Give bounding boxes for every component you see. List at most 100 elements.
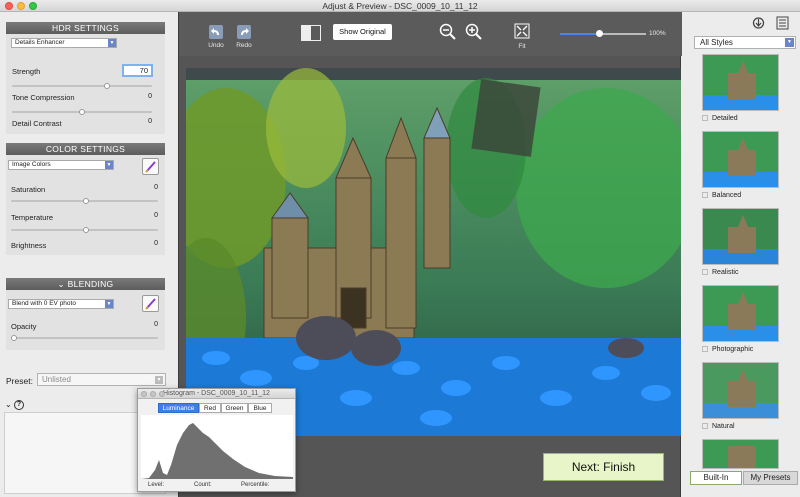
checkbox[interactable]: [702, 192, 708, 199]
save-preset-icon[interactable]: [752, 16, 765, 30]
style-thumb-balanced[interactable]: [702, 131, 779, 188]
tab-my-presets[interactable]: My Presets: [743, 471, 798, 485]
zoom-slider-fill: [560, 33, 599, 35]
histogram-zoom-button[interactable]: [159, 391, 165, 397]
strength-label: Strength: [12, 67, 41, 76]
strength-input[interactable]: 70: [122, 64, 153, 77]
style-thumb-realistic[interactable]: [702, 208, 779, 265]
window-title: Adjust & Preview - DSC_0009_10_11_12: [322, 1, 478, 11]
title-bar: Adjust & Preview - DSC_0009_10_11_12: [0, 0, 800, 12]
hdr-method-dropdown[interactable]: Details Enhancer ▼: [11, 38, 117, 48]
show-original-button[interactable]: Show Original: [333, 24, 392, 40]
temperature-thumb[interactable]: [83, 227, 89, 233]
style-label: Balanced: [712, 192, 742, 199]
tab-built-in[interactable]: Built-In: [690, 471, 742, 485]
chevron-down-icon: ▼: [108, 39, 116, 47]
undo-icon: [211, 28, 219, 35]
checkbox[interactable]: [702, 115, 708, 122]
checkbox[interactable]: [702, 346, 708, 353]
style-item-photographic[interactable]: Photographic: [702, 346, 782, 353]
redo-icon: [241, 28, 249, 35]
histogram-plot: [141, 415, 293, 479]
style-thumb-next[interactable]: [702, 439, 779, 469]
saturation-thumb[interactable]: [83, 198, 89, 204]
zoom-slider-thumb[interactable]: [595, 30, 603, 37]
style-preview-image: [703, 132, 778, 187]
saturation-label: Saturation: [11, 185, 46, 194]
chevron-down-icon: ⌄: [57, 279, 68, 289]
checkbox[interactable]: [702, 269, 708, 276]
preset-value: Unlisted: [42, 375, 71, 384]
fit-icon[interactable]: [514, 23, 530, 39]
tab-green[interactable]: Green: [221, 403, 248, 413]
style-thumb-photographic[interactable]: [702, 285, 779, 342]
histogram-title-bar[interactable]: Histogram - DSC_0009_10_11_12: [138, 389, 295, 399]
blending-title: BLENDING: [67, 279, 114, 289]
tone-compression-value: 0: [148, 93, 152, 100]
color-settings-header[interactable]: COLOR SETTINGS: [6, 143, 165, 155]
percentile-label: Percentile:: [241, 482, 270, 488]
help-icon[interactable]: ?: [14, 400, 24, 410]
tab-red[interactable]: Red: [199, 403, 221, 413]
preset-tabs: Built-In My Presets: [690, 471, 798, 485]
blending-body: Blend with 0 EV photo ▼ Opacity 0: [6, 290, 165, 350]
strength-slider-thumb[interactable]: [104, 83, 110, 89]
zoom-slider[interactable]: [560, 30, 646, 37]
detail-contrast-value: 0: [148, 118, 152, 125]
style-label: Natural: [712, 423, 735, 430]
tone-compression-thumb[interactable]: [79, 109, 85, 115]
style-item-realistic[interactable]: Realistic: [702, 269, 782, 276]
blending-header[interactable]: ⌄ BLENDING: [6, 278, 165, 290]
styles-filter-value: All Styles: [700, 38, 733, 47]
blend-brush-button[interactable]: [142, 295, 159, 312]
tab-blue[interactable]: Blue: [248, 403, 272, 413]
brush-icon: [145, 161, 156, 173]
temperature-value: 0: [154, 212, 158, 219]
detail-contrast-label: Detail Contrast: [12, 119, 62, 128]
color-settings-body: Image Colors ▼ Saturation 0 Temperature …: [6, 155, 165, 255]
redo-label: Redo: [236, 42, 252, 49]
blend-mode-value: Blend with 0 EV photo: [12, 300, 76, 307]
preview-image[interactable]: [186, 68, 681, 436]
tab-luminance[interactable]: Luminance: [158, 403, 199, 413]
style-thumb-natural[interactable]: [702, 362, 779, 419]
zoom-in-icon[interactable]: [465, 23, 483, 41]
zoom-out-icon[interactable]: [439, 23, 457, 41]
color-mode-dropdown[interactable]: Image Colors ▼: [8, 160, 114, 170]
styles-filter-dropdown[interactable]: All Styles ▼: [694, 36, 796, 49]
brightness-value: 0: [154, 240, 158, 247]
aquarium-photo: [186, 68, 681, 436]
style-preview-image: [703, 286, 778, 341]
histogram-close-button[interactable]: [141, 391, 147, 397]
tone-compression-label: Tone Compression: [12, 93, 75, 102]
style-item-detailed[interactable]: Detailed: [702, 115, 782, 122]
opacity-thumb[interactable]: [11, 335, 17, 341]
style-label: Photographic: [712, 346, 754, 353]
style-label: Detailed: [712, 115, 738, 122]
collapse-chevron-icon[interactable]: ⌄: [5, 400, 12, 409]
color-brush-button[interactable]: [142, 158, 159, 175]
style-thumb-detailed[interactable]: [702, 54, 779, 111]
checkbox[interactable]: [702, 423, 708, 430]
hdr-settings-header[interactable]: HDR SETTINGS: [6, 22, 165, 34]
strength-slider[interactable]: [12, 85, 152, 87]
fit-label: Fit: [518, 43, 526, 50]
opacity-slider[interactable]: [11, 337, 158, 339]
next-finish-button[interactable]: Next: Finish: [543, 453, 664, 481]
style-preview-image: [703, 440, 778, 468]
chevron-down-icon: ▼: [105, 300, 113, 308]
preset-dropdown[interactable]: Unlisted ▼: [37, 373, 166, 386]
style-item-natural[interactable]: Natural: [702, 423, 782, 430]
luminance-histogram-curve: [141, 423, 293, 479]
style-item-balanced[interactable]: Balanced: [702, 192, 782, 199]
list-view-icon[interactable]: [776, 16, 789, 30]
zoom-value: 100%: [649, 30, 666, 37]
saturation-value: 0: [154, 184, 158, 191]
histogram-minimize-button[interactable]: [150, 391, 156, 397]
redo-button[interactable]: [237, 25, 251, 39]
opacity-value: 0: [154, 321, 158, 328]
undo-button[interactable]: [209, 25, 223, 39]
blend-mode-dropdown[interactable]: Blend with 0 EV photo ▼: [8, 299, 114, 309]
style-preview-image: [703, 55, 778, 110]
split-view-icon[interactable]: [301, 25, 321, 41]
